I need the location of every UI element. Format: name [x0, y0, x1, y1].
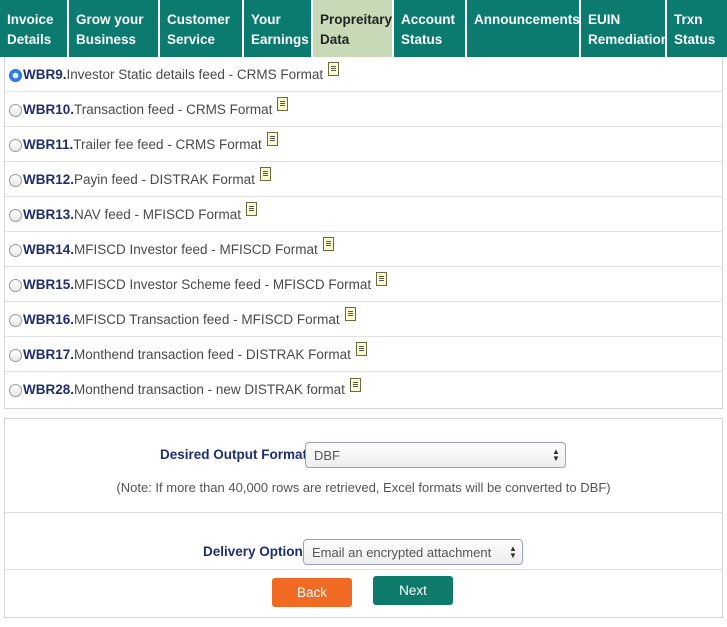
- delivery-option-select[interactable]: Email an encrypted attachment ▲ ▼: [303, 539, 523, 565]
- tab-your-earnings[interactable]: Your Earnings: [244, 0, 313, 57]
- top-nav: Invoice Details Grow your Business Custo…: [0, 0, 727, 57]
- document-icon[interactable]: [246, 202, 258, 216]
- report-description: Investor Static details feed - CRMS Form…: [66, 66, 324, 82]
- page: Invoice Details Grow your Business Custo…: [0, 0, 727, 627]
- report-description: Transaction feed - CRMS Format: [74, 101, 273, 117]
- report-row[interactable]: WBR12. Payin feed - DISTRAK Format: [5, 162, 722, 197]
- document-icon[interactable]: [266, 132, 278, 146]
- report-row[interactable]: WBR17. Monthend transaction feed - DISTR…: [5, 337, 722, 372]
- report-radio[interactable]: [9, 384, 22, 397]
- document-icon[interactable]: [349, 377, 361, 392]
- output-format-label: Desired Output Format: [160, 447, 308, 462]
- report-description: Monthend transaction - new DISTRAK forma…: [74, 382, 345, 397]
- report-radio[interactable]: [9, 243, 22, 257]
- report-description: Monthend transaction feed - DISTRAK Form…: [74, 346, 351, 362]
- report-code: WBR17.: [23, 346, 75, 362]
- report-row[interactable]: WBR9. Investor Static details feed - CRM…: [5, 57, 722, 92]
- document-icon[interactable]: [344, 307, 356, 321]
- document-icon[interactable]: [355, 342, 367, 356]
- output-format-note: (Note: If more than 40,000 rows are retr…: [116, 480, 611, 495]
- back-button[interactable]: Back: [272, 578, 352, 607]
- delivery-section: [4, 513, 723, 618]
- report-code: WBR13.: [23, 206, 75, 222]
- output-format-value: DBF: [314, 448, 340, 463]
- report-code: WBR16.: [23, 311, 75, 327]
- report-list: WBR9. Investor Static details feed - CRM…: [4, 57, 723, 409]
- report-row[interactable]: WBR15. MFISCD Investor Scheme feed - MFI…: [5, 267, 722, 302]
- divider: [4, 569, 723, 570]
- document-icon[interactable]: [259, 167, 271, 181]
- report-radio[interactable]: [9, 278, 22, 292]
- tab-announcements[interactable]: Announcements: [467, 0, 581, 57]
- next-button[interactable]: Next: [373, 576, 453, 605]
- report-radio[interactable]: [9, 103, 22, 117]
- report-row[interactable]: WBR11. Trailer fee feed - CRMS Format: [5, 127, 722, 162]
- tab-customer-service[interactable]: Customer Service: [160, 0, 244, 57]
- report-radio[interactable]: [9, 173, 22, 187]
- report-description: MFISCD Transaction feed - MFISCD Format: [74, 311, 340, 327]
- report-description: Payin feed - DISTRAK Format: [74, 171, 255, 187]
- report-code: WBR10.: [23, 101, 75, 117]
- document-icon[interactable]: [277, 97, 289, 111]
- report-radio[interactable]: [9, 313, 22, 327]
- report-description: MFISCD Investor Scheme feed - MFISCD For…: [74, 276, 372, 292]
- report-code: WBR15.: [23, 276, 75, 292]
- delivery-option-value: Email an encrypted attachment: [312, 545, 492, 560]
- report-radio[interactable]: [9, 138, 22, 152]
- report-row[interactable]: WBR14. MFISCD Investor feed - MFISCD For…: [5, 232, 722, 267]
- report-radio[interactable]: [9, 208, 22, 222]
- report-description: Trailer fee feed - CRMS Format: [73, 136, 262, 152]
- updown-arrow-icon: ▲ ▼: [509, 544, 517, 560]
- tab-invoice-details[interactable]: Invoice Details: [0, 0, 69, 57]
- report-code: WBR14.: [23, 241, 75, 257]
- report-code: WBR12.: [23, 171, 75, 187]
- document-icon[interactable]: [322, 237, 334, 251]
- report-row[interactable]: WBR13. NAV feed - MFISCD Format: [5, 197, 722, 232]
- updown-arrow-icon: ▲ ▼: [552, 447, 560, 463]
- report-row[interactable]: WBR28. Monthend transaction - new DISTRA…: [5, 372, 722, 407]
- document-icon[interactable]: [376, 272, 388, 286]
- report-code: WBR9.: [23, 66, 67, 82]
- tab-trxn-status[interactable]: Trxn Status: [667, 0, 727, 57]
- report-description: MFISCD Investor feed - MFISCD Format: [74, 241, 318, 257]
- report-code: WBR11.: [23, 136, 74, 152]
- delivery-option-label: Delivery Option: [203, 544, 303, 559]
- tab-euin-remediation[interactable]: EUIN Remediation: [581, 0, 667, 57]
- report-radio[interactable]: [9, 348, 22, 362]
- tab-account-status[interactable]: Account Status: [394, 0, 467, 57]
- report-row[interactable]: WBR16. MFISCD Transaction feed - MFISCD …: [5, 302, 722, 337]
- document-icon[interactable]: [328, 62, 340, 76]
- report-code: WBR28.: [23, 382, 75, 397]
- tab-grow-your-business[interactable]: Grow your Business: [69, 0, 160, 57]
- report-description: NAV feed - MFISCD Format: [74, 206, 242, 222]
- output-format-select[interactable]: DBF ▲ ▼: [305, 442, 566, 468]
- report-radio[interactable]: [9, 68, 22, 82]
- tab-propreitary-data[interactable]: Propreitary Data: [313, 0, 394, 57]
- report-row[interactable]: WBR10. Transaction feed - CRMS Format: [5, 92, 722, 127]
